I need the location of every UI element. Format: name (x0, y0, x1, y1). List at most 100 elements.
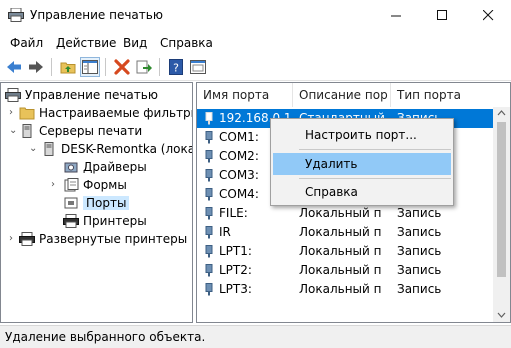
chevron-right-icon[interactable]: › (51, 179, 55, 190)
tree-item-drivers[interactable]: Драйверы (63, 158, 147, 176)
port-name-cell: FILE: (219, 206, 248, 220)
printer-icon (5, 88, 21, 102)
minimize-icon (390, 15, 401, 17)
port-plug-icon (205, 264, 213, 277)
tree-item-deployed-printers[interactable]: Развернутые принтеры (19, 230, 187, 248)
vertical-scrollbar[interactable] (493, 107, 510, 322)
menu-view[interactable]: Вид (123, 36, 147, 50)
export-list-button[interactable] (134, 57, 154, 77)
tree-item-server-desk-remontka[interactable]: DESK-Remontka (локал (41, 140, 193, 158)
help-book-icon: ? (169, 59, 183, 75)
context-menu: Настроить порт... Удалить Справка (270, 118, 454, 206)
menu-file[interactable]: Файл (10, 36, 43, 50)
window-title: Управление печатью (30, 8, 163, 22)
menu-bar: Файл Действие Вид Справка (0, 32, 511, 54)
tree-item-print-management[interactable]: Управление печатью (5, 86, 158, 104)
tree-item-label: DESK-Remontka (локал (61, 142, 193, 156)
tree-item-ports[interactable]: Порты (63, 194, 130, 212)
port-type-cell: Запись (397, 244, 442, 258)
port-plug-icon (205, 283, 213, 296)
maximize-icon (436, 10, 447, 20)
table-row[interactable]: LPT1: Локальный п Запись (197, 242, 493, 261)
port-plug-icon (205, 245, 213, 258)
port-type-cell: Запись (397, 225, 442, 239)
toolbar: ? (0, 54, 511, 81)
help-button[interactable]: ? (166, 57, 186, 77)
tree-item-label: Управление печатью (25, 88, 158, 102)
tree-item-label: Принтеры (83, 214, 147, 228)
delete-x-icon (114, 59, 130, 75)
tree-item-custom-filters[interactable]: Настраиваемые фильтры (19, 104, 192, 122)
port-name-cell: LPT3: (219, 282, 252, 296)
tree-item-printers[interactable]: Принтеры (63, 212, 147, 230)
export-icon (136, 60, 152, 74)
deployed-printer-icon (19, 232, 35, 246)
port-description-cell: Локальный п (299, 282, 382, 296)
minimize-button[interactable] (373, 0, 419, 31)
title-bar: Управление печатью (0, 0, 511, 31)
back-button[interactable] (4, 57, 24, 77)
menu-help[interactable]: Справка (160, 36, 213, 50)
chevron-right-icon[interactable]: › (9, 233, 13, 244)
tree-item-label: Драйверы (83, 160, 147, 174)
show-hide-tree-button[interactable] (80, 57, 100, 77)
printer-app-icon (8, 8, 24, 22)
port-name-cell: LPT2: (219, 263, 252, 277)
menu-item-configure-port[interactable]: Настроить порт... (273, 124, 451, 146)
port-type-cell: Запись (397, 206, 442, 220)
driver-icon (64, 162, 78, 173)
tree-item-print-servers[interactable]: Серверы печати (19, 122, 142, 140)
tree-item-label: Формы (83, 178, 127, 192)
properties-button[interactable] (188, 57, 208, 77)
port-name-cell: LPT1: (219, 244, 252, 258)
port-plug-icon (205, 131, 213, 144)
console-tree-icon (82, 60, 98, 74)
maximize-button[interactable] (419, 0, 465, 31)
chevron-down-icon[interactable]: ⌄ (29, 143, 37, 154)
column-header-port-name[interactable]: Имя порта (197, 83, 293, 107)
folder-up-icon (60, 62, 76, 74)
filter-folder-icon (19, 107, 35, 120)
port-plug-icon (205, 207, 213, 220)
port-icon (64, 197, 78, 209)
table-row[interactable]: FILE: Локальный п Запись (197, 204, 493, 223)
tree-item-label: Развернутые принтеры (39, 232, 188, 246)
tree-item-forms[interactable]: Формы (63, 176, 127, 194)
port-description-cell: Локальный п (299, 225, 382, 239)
scrollbar-arrows-icon (497, 110, 506, 318)
port-type-cell: Запись (397, 263, 442, 277)
table-row[interactable]: LPT2: Локальный п Запись (197, 261, 493, 280)
forward-button[interactable] (26, 57, 46, 77)
port-plug-icon (205, 169, 213, 182)
menu-item-delete[interactable]: Удалить (273, 153, 451, 175)
table-row[interactable]: IR Локальный п Запись (197, 223, 493, 242)
close-icon (482, 10, 493, 21)
close-button[interactable] (465, 0, 511, 31)
svg-text:?: ? (173, 62, 179, 75)
chevron-right-icon[interactable]: › (9, 107, 13, 118)
properties-window-icon (190, 60, 206, 74)
tree-item-label: Порты (83, 196, 130, 210)
forms-icon (64, 178, 79, 192)
port-plug-icon (205, 226, 213, 239)
column-header-port-description[interactable]: Описание пор (293, 83, 391, 107)
port-description-cell: Локальный п (299, 206, 382, 220)
port-plug-icon (205, 112, 213, 125)
port-plug-icon (205, 188, 213, 201)
arrow-right-icon (29, 61, 43, 73)
port-type-cell: Запись (397, 282, 442, 296)
menu-item-help[interactable]: Справка (273, 181, 451, 203)
chevron-down-icon[interactable]: ⌄ (9, 125, 17, 136)
port-description-cell: Локальный п (299, 244, 382, 258)
server-icon (44, 142, 54, 156)
server-icon (22, 124, 32, 138)
menu-action[interactable]: Действие (56, 36, 116, 50)
column-header-port-type[interactable]: Тип порта (391, 83, 495, 107)
port-description-cell: Локальный п (299, 263, 382, 277)
table-row[interactable]: LPT3: Локальный п Запись (197, 280, 493, 299)
up-folder-button[interactable] (58, 57, 78, 77)
arrow-left-icon (7, 61, 21, 73)
delete-button[interactable] (112, 57, 132, 77)
console-tree: Управление печатью › Настраиваемые фильт… (0, 82, 193, 323)
status-bar: Удаление выбранного объекта. (0, 325, 511, 348)
